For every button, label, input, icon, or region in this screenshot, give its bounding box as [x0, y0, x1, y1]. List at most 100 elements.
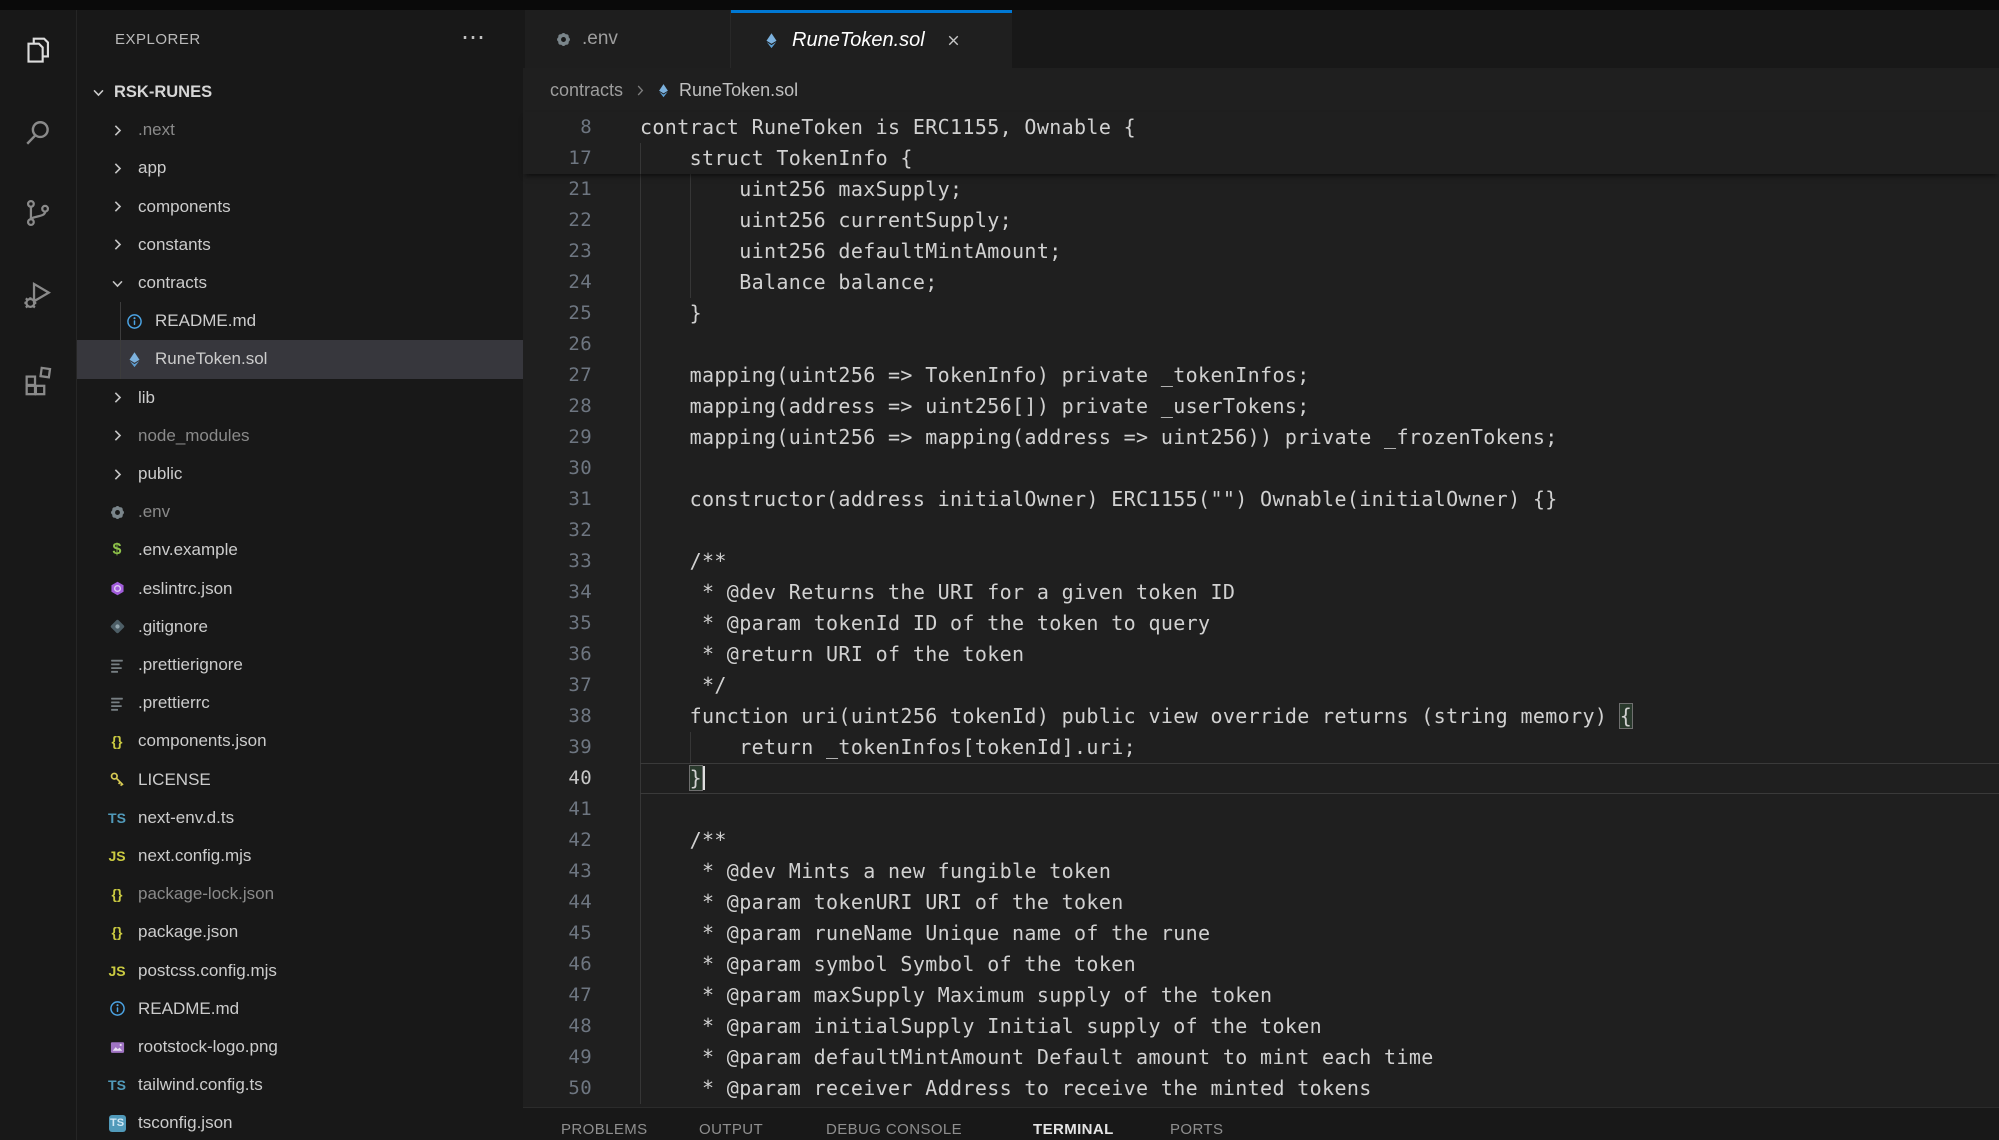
extensions-icon[interactable]: [0, 356, 76, 404]
tree-folder-components[interactable]: components: [77, 188, 554, 226]
tree-file--prettierrc[interactable]: .prettierrc: [77, 684, 554, 722]
panel-tab-ports[interactable]: PORTS: [1170, 1121, 1223, 1138]
source-control-icon[interactable]: [0, 189, 76, 237]
tree-file--eslintrc-json[interactable]: .eslintrc.json: [77, 570, 554, 608]
tree-folder-app[interactable]: app: [77, 149, 554, 187]
code-line-28[interactable]: 28 mapping(address => uint256[]) private…: [523, 391, 1999, 422]
tree-file--gitignore[interactable]: .gitignore: [77, 608, 554, 646]
tree-file-readme-md[interactable]: README.md: [77, 302, 571, 340]
breadcrumb-folder[interactable]: contracts: [550, 80, 623, 101]
code-line-48[interactable]: 48 * @param initialSupply Initial supply…: [523, 1011, 1999, 1042]
code-line-41[interactable]: 41: [523, 794, 1999, 825]
code-line-22[interactable]: 22 uint256 currentSupply;: [523, 205, 1999, 236]
code-line-40[interactable]: 40 }: [523, 763, 1999, 794]
tree-folder-constants[interactable]: constants: [77, 226, 554, 264]
line-number: 49: [523, 1042, 592, 1073]
code-line-32[interactable]: 32: [523, 515, 1999, 546]
breadcrumb-file[interactable]: RuneToken.sol: [656, 80, 798, 101]
tree-file--prettierignore[interactable]: .prettierignore: [77, 646, 554, 684]
code-line-42[interactable]: 42 /**: [523, 825, 1999, 856]
line-number: 27: [523, 360, 592, 391]
code-line-29[interactable]: 29 mapping(uint256 => mapping(address =>…: [523, 422, 1999, 453]
tree-folder-contracts[interactable]: contracts: [77, 264, 554, 302]
code-line-17[interactable]: 17 struct TokenInfo {: [523, 143, 1999, 174]
tree-file-rootstock-logo-png[interactable]: rootstock-logo.png: [77, 1028, 554, 1066]
code-line-24[interactable]: 24 Balance balance;: [523, 267, 1999, 298]
tree-root-rsk-runes[interactable]: RSK-RUNES: [77, 73, 535, 111]
panel-tab-output[interactable]: OUTPUT: [699, 1121, 763, 1138]
code-line-37[interactable]: 37 */: [523, 670, 1999, 701]
code-text: uint256 maxSupply;: [640, 174, 962, 205]
code-line-23[interactable]: 23 uint256 defaultMintAmount;: [523, 236, 1999, 267]
tree-file-next-env-d-ts[interactable]: TSnext-env.d.ts: [77, 799, 554, 837]
explorer-icon[interactable]: [0, 26, 76, 74]
chevron-right-icon: [108, 198, 126, 216]
tree-folder--next[interactable]: .next: [77, 111, 554, 149]
code-line-47[interactable]: 47 * @param maxSupply Maximum supply of …: [523, 980, 1999, 1011]
code-line-36[interactable]: 36 * @return URI of the token: [523, 639, 1999, 670]
tree-file-postcss-config-mjs[interactable]: JSpostcss.config.mjs: [77, 952, 554, 990]
code-editor[interactable]: 21 uint256 maxSupply;22 uint256 currentS…: [523, 174, 1999, 1104]
search-icon[interactable]: [0, 109, 76, 157]
code-line-39[interactable]: 39 return _tokenInfos[tokenId].uri;: [523, 732, 1999, 763]
tree-folder-node-modules[interactable]: node_modules: [77, 417, 554, 455]
tree-file-package-json[interactable]: {}package.json: [77, 913, 554, 951]
code-line-35[interactable]: 35 * @param tokenId ID of the token to q…: [523, 608, 1999, 639]
chevron-right-icon: [108, 427, 126, 445]
code-line-27[interactable]: 27 mapping(uint256 => TokenInfo) private…: [523, 360, 1999, 391]
tree-file-readme-md[interactable]: README.md: [77, 990, 554, 1028]
tree-folder-public[interactable]: public: [77, 455, 554, 493]
tree-item-label: .env: [138, 502, 170, 522]
code-line-46[interactable]: 46 * @param symbol Symbol of the token: [523, 949, 1999, 980]
code-line-25[interactable]: 25 }: [523, 298, 1999, 329]
run-and-debug-icon[interactable]: [0, 271, 76, 319]
code-line-34[interactable]: 34 * @dev Returns the URI for a given to…: [523, 577, 1999, 608]
line-number: 39: [523, 732, 592, 763]
code-line-45[interactable]: 45 * @param runeName Unique name of the …: [523, 918, 1999, 949]
tree-file-components-json[interactable]: {}components.json: [77, 722, 554, 760]
tree-file--env[interactable]: .env: [77, 493, 554, 531]
code-line-30[interactable]: 30: [523, 453, 1999, 484]
line-number: 42: [523, 825, 592, 856]
tree-item-label: RuneToken.sol: [155, 349, 267, 369]
ts-icon: TS: [108, 809, 126, 827]
tree-file-package-lock-json[interactable]: {}package-lock.json: [77, 875, 554, 913]
code-line-50[interactable]: 50 * @param receiver Address to receive …: [523, 1073, 1999, 1104]
tab-label: .env: [582, 28, 618, 50]
panel-tab-problems[interactable]: PROBLEMS: [561, 1121, 648, 1138]
window-titlebar: [0, 0, 1999, 10]
tree-file-next-config-mjs[interactable]: JSnext.config.mjs: [77, 837, 554, 875]
code-line-21[interactable]: 21 uint256 maxSupply;: [523, 174, 1999, 205]
code-text: * @return URI of the token: [640, 639, 1024, 670]
tree-file-license[interactable]: LICENSE: [77, 761, 554, 799]
chevron-right-icon: [108, 465, 126, 483]
tree-folder-lib[interactable]: lib: [77, 379, 554, 417]
tree-item-label: public: [138, 464, 182, 484]
close-icon[interactable]: [945, 32, 962, 49]
tab-runetoken[interactable]: RuneToken.sol: [731, 10, 1012, 68]
code-line-26[interactable]: 26: [523, 329, 1999, 360]
line-number: 31: [523, 484, 592, 515]
code-line-49[interactable]: 49 * @param defaultMintAmount Default am…: [523, 1042, 1999, 1073]
tree-file-tsconfig-json[interactable]: TStsconfig.json: [77, 1104, 554, 1140]
code-line-8[interactable]: 8contract RuneToken is ERC1155, Ownable …: [523, 112, 1999, 143]
tree-file-runetoken-sol[interactable]: RuneToken.sol: [77, 340, 571, 378]
code-line-43[interactable]: 43 * @dev Mints a new fungible token: [523, 856, 1999, 887]
code-line-33[interactable]: 33 /**: [523, 546, 1999, 577]
line-number: 25: [523, 298, 592, 329]
eslint-icon: [108, 580, 126, 598]
code-line-44[interactable]: 44 * @param tokenURI URI of the token: [523, 887, 1999, 918]
more-actions-icon[interactable]: ⋯: [461, 22, 485, 54]
code-line-31[interactable]: 31 constructor(address initialOwner) ERC…: [523, 484, 1999, 515]
code-text: * @dev Returns the URI for a given token…: [640, 577, 1235, 608]
breadcrumb: contracts RuneToken.sol: [523, 68, 1999, 112]
tree-file--env-example[interactable]: $.env.example: [77, 531, 554, 569]
panel-tab-terminal[interactable]: TERMINAL: [1033, 1121, 1114, 1138]
code-text: * @param maxSupply Maximum supply of the…: [640, 980, 1272, 1011]
tree-file-tailwind-config-ts[interactable]: TStailwind.config.ts: [77, 1066, 554, 1104]
js-icon: JS: [108, 962, 126, 980]
code-line-38[interactable]: 38 function uri(uint256 tokenId) public …: [523, 701, 1999, 732]
code-text: /**: [640, 546, 727, 577]
tab-env[interactable]: .env: [525, 10, 731, 68]
panel-tab-debug-console[interactable]: DEBUG CONSOLE: [826, 1121, 962, 1138]
